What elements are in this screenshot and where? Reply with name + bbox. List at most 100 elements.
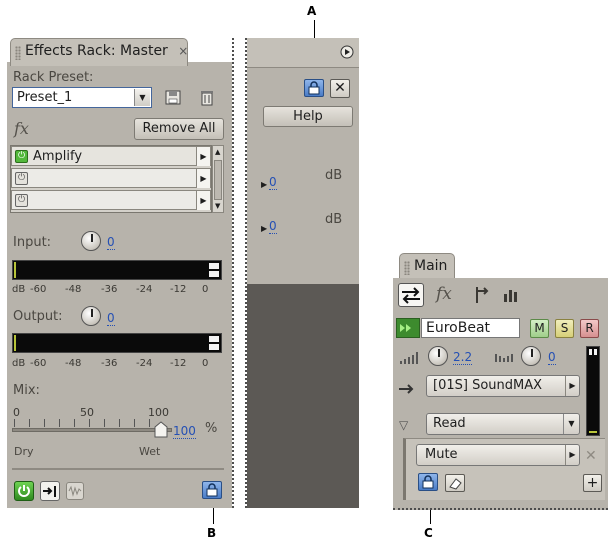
- automation-value: Read: [433, 416, 466, 431]
- scale-label: 0: [202, 358, 209, 369]
- grip-icon: [15, 46, 21, 60]
- record-button[interactable]: R: [580, 319, 599, 338]
- panel-divider: [232, 38, 234, 508]
- gain-1-value[interactable]: 0: [269, 175, 277, 190]
- mix-slider-track[interactable]: [12, 428, 172, 432]
- effect-slot-1[interactable]: ⏻ Amplify ▶: [11, 146, 211, 166]
- mix-scale-label: 50: [80, 406, 94, 419]
- scroll-up-icon[interactable]: ▲: [215, 148, 220, 156]
- scale-label: -48: [65, 284, 82, 295]
- sends-icon[interactable]: [471, 285, 491, 305]
- track-level-meter: [586, 346, 600, 436]
- pan-value[interactable]: 0: [548, 350, 556, 365]
- scroll-thumb[interactable]: [214, 160, 222, 200]
- waveform-icon[interactable]: [66, 482, 84, 500]
- meter-peak: [589, 431, 597, 433]
- insert-arrow-icon[interactable]: [40, 481, 60, 501]
- pan-icon: [493, 349, 517, 363]
- scroll-down-icon[interactable]: ▼: [215, 202, 220, 210]
- main-tab-title: Main: [414, 258, 448, 274]
- output-dropdown[interactable]: [01S] SoundMAX ▶: [426, 375, 580, 397]
- preset-value: Preset_1: [17, 90, 73, 105]
- track-name-field[interactable]: EuroBeat: [421, 318, 520, 338]
- automation-dropdown[interactable]: Read ▼: [426, 413, 580, 435]
- parameter-value: Mute: [425, 447, 458, 462]
- remove-all-button[interactable]: Remove All: [134, 118, 224, 140]
- power-icon[interactable]: ⏻: [15, 194, 28, 207]
- clip-indicator: [209, 271, 219, 277]
- scale-label: 0: [202, 284, 209, 295]
- save-preset-icon[interactable]: [165, 89, 182, 106]
- chevron-right-icon[interactable]: ▶: [196, 191, 210, 210]
- effects-rack-tab[interactable]: Effects Rack: Master ×: [10, 38, 188, 66]
- meter-peak: [14, 262, 16, 278]
- input-knob[interactable]: [81, 231, 101, 251]
- scale-label: -12: [170, 284, 187, 295]
- wet-label: Wet: [139, 445, 161, 458]
- pan-knob[interactable]: [521, 346, 541, 366]
- inputs-outputs-icon[interactable]: [398, 283, 424, 307]
- track-color-icon: [396, 318, 420, 338]
- output-label: Output:: [13, 309, 63, 324]
- power-icon[interactable]: ⏻: [15, 172, 28, 185]
- main-tab[interactable]: Main: [399, 253, 455, 281]
- scale-label: dB: [12, 284, 26, 295]
- scale-label: -36: [101, 358, 118, 369]
- scale-label: dB: [12, 358, 26, 369]
- effect-panel-body: [247, 68, 359, 284]
- chevron-right-icon[interactable]: ▶: [196, 169, 210, 188]
- help-button[interactable]: Help: [263, 106, 353, 127]
- input-gain-value[interactable]: 0: [107, 235, 115, 250]
- expand-arrow-icon[interactable]: ▶: [261, 224, 267, 233]
- panel-menu-icon[interactable]: [331, 43, 355, 61]
- mix-ticks: [14, 419, 164, 427]
- gain-1-unit: dB: [325, 168, 343, 183]
- clip-indicator: [589, 349, 592, 355]
- chevron-right-icon[interactable]: ▶: [196, 147, 210, 166]
- fx-label[interactable]: fx: [436, 284, 452, 304]
- effect-slot-2[interactable]: ⏻ ▶: [11, 168, 211, 188]
- power-icon[interactable]: ⏻: [15, 150, 28, 163]
- volume-knob[interactable]: [428, 346, 448, 366]
- clip-indicator: [209, 263, 219, 269]
- remove-lane-icon[interactable]: ✕: [585, 448, 597, 464]
- effect-slot-3[interactable]: ⏻ ▶: [11, 190, 211, 210]
- chevron-down-icon: ▼: [563, 414, 579, 434]
- eq-icon[interactable]: [503, 287, 519, 303]
- lock-icon[interactable]: [418, 473, 438, 491]
- gain-2-unit: dB: [325, 212, 343, 227]
- clip-indicator: [209, 336, 219, 342]
- divider: [12, 468, 224, 470]
- slot-scrollbar[interactable]: ▲ ▼: [212, 145, 224, 213]
- mix-scale-label: 0: [13, 406, 20, 419]
- output-knob[interactable]: [81, 306, 101, 326]
- volume-value[interactable]: 2.2: [453, 350, 473, 365]
- power-icon[interactable]: [14, 481, 34, 501]
- add-lane-button[interactable]: +: [583, 474, 602, 492]
- parameter-dropdown[interactable]: Mute ▶: [416, 444, 580, 466]
- output-gain-value[interactable]: 0: [107, 311, 115, 326]
- collapse-arrow-icon[interactable]: ▽: [399, 418, 408, 432]
- lock-icon[interactable]: [202, 481, 222, 499]
- tab-close-icon[interactable]: ×: [178, 44, 188, 58]
- mix-slider-thumb[interactable]: [154, 421, 168, 438]
- mute-button[interactable]: M: [530, 319, 549, 338]
- effect-slot-name: Amplify: [33, 149, 83, 164]
- input-label: Input:: [13, 235, 52, 250]
- mix-scale-label: 100: [148, 406, 169, 419]
- expand-arrow-icon[interactable]: ▶: [261, 180, 267, 189]
- callout-c: C: [424, 526, 433, 540]
- solo-button[interactable]: S: [555, 319, 574, 338]
- gain-2-value[interactable]: 0: [269, 219, 277, 234]
- mix-value[interactable]: 100: [173, 424, 196, 439]
- eraser-icon[interactable]: [445, 474, 465, 492]
- scale-label: -36: [101, 284, 118, 295]
- lock-icon[interactable]: [304, 79, 324, 97]
- callout-b: B: [207, 526, 217, 540]
- scale-label: -24: [136, 284, 153, 295]
- trash-icon[interactable]: [200, 89, 214, 106]
- callout-a: A: [307, 4, 317, 18]
- fx-label: fx: [14, 119, 29, 138]
- close-icon[interactable]: ✕: [330, 79, 350, 98]
- preset-dropdown[interactable]: Preset_1 ▼: [12, 87, 152, 108]
